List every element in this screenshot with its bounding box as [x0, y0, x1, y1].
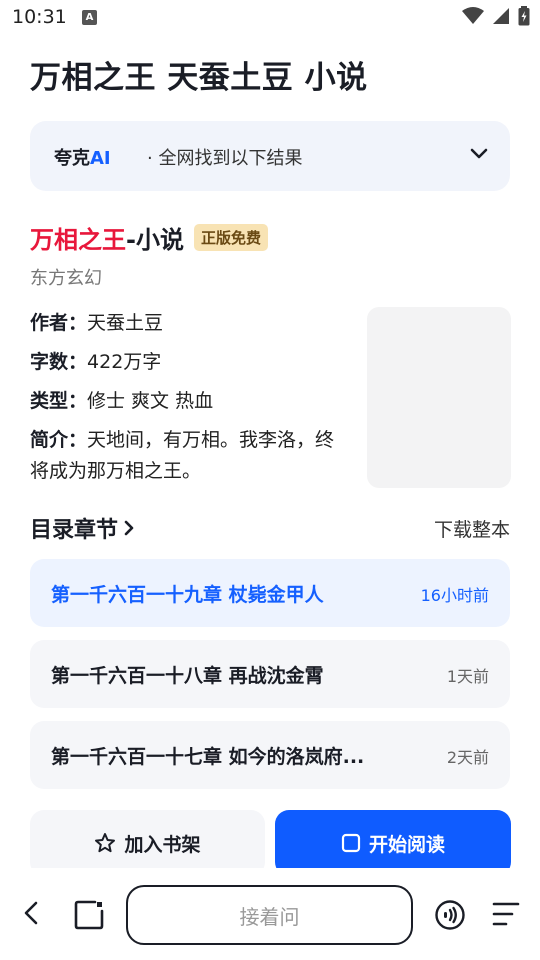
- bottom-nav-bar: 接着问: [0, 868, 540, 960]
- star-icon: [95, 833, 116, 853]
- voice-icon[interactable]: [434, 899, 466, 931]
- chevron-right-icon: [124, 520, 134, 536]
- chapter-time: 16小时前: [420, 586, 489, 605]
- chapter-time: 1天前: [446, 667, 489, 686]
- toc-title-label: 目录章节: [30, 518, 119, 543]
- add-to-shelf-label: 加入书架: [124, 833, 201, 856]
- chapter-item[interactable]: 第一千六百一十九章 杖毙金甲人 16小时前: [30, 559, 510, 627]
- ai-summary-card[interactable]: 夸克AI · 全网找到以下结果: [30, 121, 510, 191]
- notification-icon: A: [82, 10, 97, 25]
- intro-label: 简介：: [30, 429, 88, 451]
- chapter-name: 第一千六百一十八章 再战沈金霄: [51, 665, 324, 687]
- book-title-main: 万相之王: [30, 226, 126, 254]
- download-full-link[interactable]: 下载整本: [434, 515, 510, 542]
- book-title[interactable]: 万相之王 -小说 正版免费: [30, 220, 268, 255]
- start-reading-label: 开始阅读: [368, 833, 445, 856]
- chapter-item[interactable]: 第一千六百一十八章 再战沈金霄 1天前: [30, 640, 510, 708]
- add-to-shelf-button[interactable]: 加入书架: [30, 810, 265, 876]
- search-query-title: 万相之王 天蚕土豆 小说: [30, 60, 368, 96]
- type-label: 类型：: [30, 390, 88, 412]
- book-title-suffix: -小说: [126, 226, 184, 254]
- status-bar: 10:31 A: [0, 0, 540, 36]
- free-badge: 正版免费: [193, 224, 268, 251]
- words-value: 422万字: [87, 351, 162, 373]
- book-cover[interactable]: [367, 307, 511, 488]
- chapter-name: 第一千六百一十九章 杖毙金甲人: [51, 584, 324, 606]
- brand-prefix: 夸克: [54, 148, 90, 169]
- book-genre: 东方玄幻: [30, 268, 102, 289]
- status-icons: [462, 6, 530, 26]
- battery-icon: [518, 6, 530, 26]
- ai-summary-text: · 全网找到以下结果: [147, 148, 303, 169]
- tabs-icon[interactable]: [73, 899, 105, 931]
- book-icon: [341, 833, 361, 853]
- chapter-item[interactable]: 第一千六百一十七章 如今的洛岚府... 2天前: [30, 721, 510, 789]
- back-icon[interactable]: [20, 898, 44, 928]
- book-type: 类型：修士 爽文 热血: [30, 386, 213, 413]
- type-value: 修士 爽文 热血: [87, 390, 214, 412]
- author-value: 天蚕土豆: [87, 312, 164, 334]
- signal-icon: [493, 8, 509, 24]
- words-label: 字数：: [30, 351, 88, 373]
- follow-up-input[interactable]: 接着问: [126, 885, 413, 945]
- brand-ai: AI: [90, 148, 111, 169]
- author-label: 作者：: [30, 312, 88, 334]
- book-word-count: 字数：422万字: [30, 347, 161, 374]
- chapter-time: 2天前: [446, 748, 489, 767]
- start-reading-button[interactable]: 开始阅读: [275, 810, 511, 876]
- menu-icon[interactable]: [492, 901, 520, 927]
- toc-title[interactable]: 目录章节: [30, 512, 134, 544]
- chevron-down-icon[interactable]: [470, 147, 488, 161]
- chapter-name: 第一千六百一十七章 如今的洛岚府...: [51, 746, 365, 768]
- book-intro: 简介：天地间，有万相。我李洛，终将成为那万相之王。: [30, 425, 350, 487]
- ai-brand: 夸克AI: [54, 144, 111, 170]
- status-time: 10:31: [12, 6, 67, 28]
- wifi-icon: [462, 7, 484, 24]
- book-author: 作者：天蚕土豆: [30, 308, 163, 335]
